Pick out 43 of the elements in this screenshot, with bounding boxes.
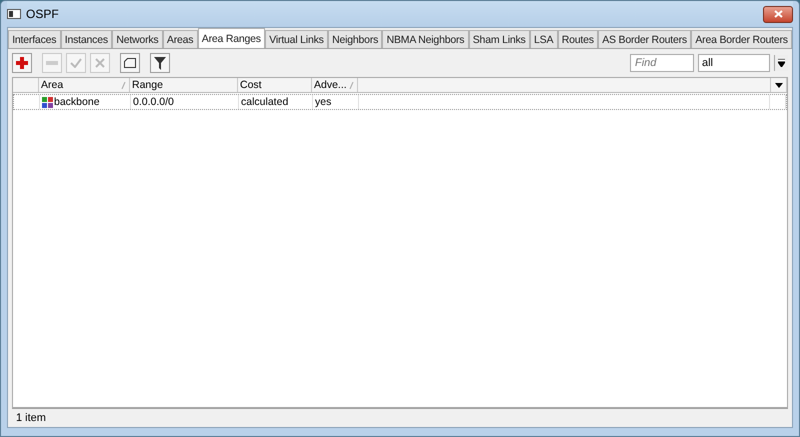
table-cell: backbone <box>40 95 131 109</box>
close-icon <box>774 10 782 18</box>
note-icon <box>124 58 136 68</box>
tab[interactable]: Instances <box>60 30 112 48</box>
tab[interactable]: NBMA Neighbors <box>382 30 469 48</box>
add-button[interactable] <box>12 53 32 73</box>
tab[interactable]: Neighbors <box>328 30 382 48</box>
puzzle-icon <box>42 96 53 108</box>
column-header[interactable]: Range <box>130 78 238 92</box>
caret-icon <box>774 82 782 88</box>
column-header[interactable]: Adve... <box>312 78 358 92</box>
minus-icon <box>46 61 58 65</box>
column-header[interactable]: Area <box>39 78 130 92</box>
table-cell: yes <box>313 95 359 109</box>
tab[interactable]: Routes <box>558 30 598 48</box>
comment-button[interactable] <box>120 53 140 73</box>
check-icon <box>70 58 82 68</box>
tab[interactable]: Sham Links <box>468 30 530 48</box>
column-header[interactable]: Cost <box>238 78 312 92</box>
window-icon <box>7 9 21 19</box>
tab[interactable]: Areas <box>162 30 198 48</box>
filter-button[interactable] <box>150 53 170 73</box>
tab[interactable]: Area Ranges <box>198 28 266 48</box>
close-button[interactable] <box>763 6 793 22</box>
tab[interactable]: Interfaces <box>8 30 61 48</box>
table-row[interactable]: backbone 0.0.0.0/0 calculated yes <box>13 94 787 110</box>
sort-icon <box>349 82 354 88</box>
sort-icon <box>121 82 126 88</box>
arrow-down-icon <box>778 59 785 67</box>
filter-select[interactable]: all <box>698 54 770 72</box>
status-text: 1 item <box>12 408 788 427</box>
tab[interactable]: Area Border Routers <box>691 30 792 48</box>
cross-icon <box>95 58 105 68</box>
tab[interactable]: LSA <box>530 30 558 48</box>
window-title: OSPF <box>26 7 59 21</box>
tab[interactable]: Networks <box>112 30 163 48</box>
find-field[interactable]: Find <box>630 54 694 72</box>
tab[interactable]: Virtual Links <box>265 30 328 48</box>
table-cell: 0.0.0.0/0 <box>131 95 239 109</box>
plus-icon <box>16 57 28 69</box>
filter-icon <box>154 56 166 70</box>
tab[interactable]: AS Border Routers <box>598 30 692 48</box>
table-cell: calculated <box>239 95 313 109</box>
